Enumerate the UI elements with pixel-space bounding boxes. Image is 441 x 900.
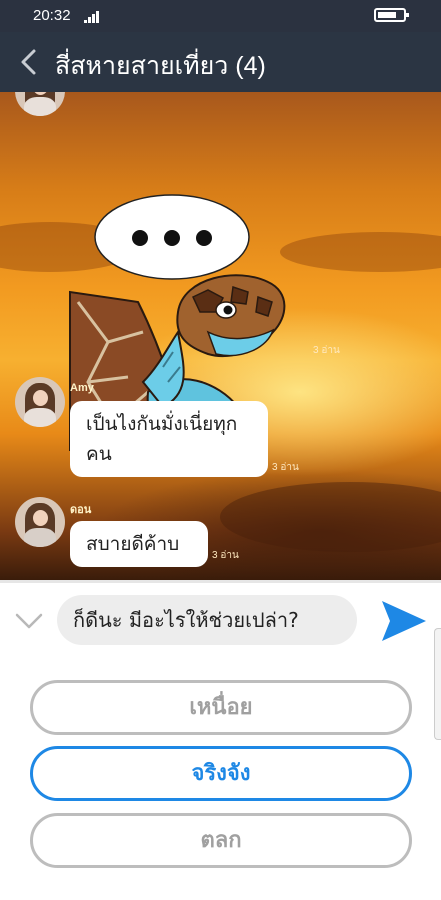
read-count: 3 อ่าน [313, 345, 340, 356]
signal-icon [84, 11, 102, 23]
message-text: สบายดีค้าบ [86, 533, 180, 555]
chevron-down-icon[interactable] [14, 611, 44, 631]
message-input-row [0, 580, 441, 663]
message-bubble[interactable]: สบายดีค้าบ [70, 521, 208, 567]
message-input[interactable] [57, 595, 357, 645]
message-bubble[interactable]: เป็นไงกันมั่งเนี่ยทุก คน [70, 401, 268, 477]
background-cloud [280, 232, 441, 272]
read-count: 3 อ่าน [272, 462, 299, 473]
status-bar: 20:32 [0, 0, 441, 32]
avatar-don[interactable] [15, 497, 65, 547]
message-text: เป็นไงกันมั่งเนี่ยทุก [86, 413, 238, 435]
back-arrow-icon[interactable] [18, 48, 42, 76]
background-cloud [220, 482, 441, 552]
reply-option-funny[interactable]: ตลก [30, 813, 412, 868]
avatar-amy[interactable] [15, 377, 65, 427]
chat-title: สี่สหายสายเที่ยว (4) [55, 52, 266, 80]
avatar[interactable] [15, 92, 65, 116]
reply-option-tired[interactable]: เหนื่อย [30, 680, 412, 735]
status-time: 20:32 [33, 7, 71, 24]
side-panel-handle[interactable] [434, 628, 441, 740]
send-icon[interactable] [380, 597, 428, 645]
reply-option-serious[interactable]: จริงจัง [30, 746, 412, 801]
message-text: คน [86, 443, 112, 465]
battery-icon [374, 8, 409, 22]
read-count: 3 อ่าน [212, 550, 239, 561]
sender-name: Amy [70, 382, 94, 394]
sender-name: ดอน [70, 504, 92, 516]
chat-header: สี่สหายสายเที่ยว (4) [0, 32, 441, 92]
chat-messages-area[interactable]: 3 อ่าน Amy เป็นไงกันมั่งเนี่ยทุก คน 3 อ่… [0, 92, 441, 580]
